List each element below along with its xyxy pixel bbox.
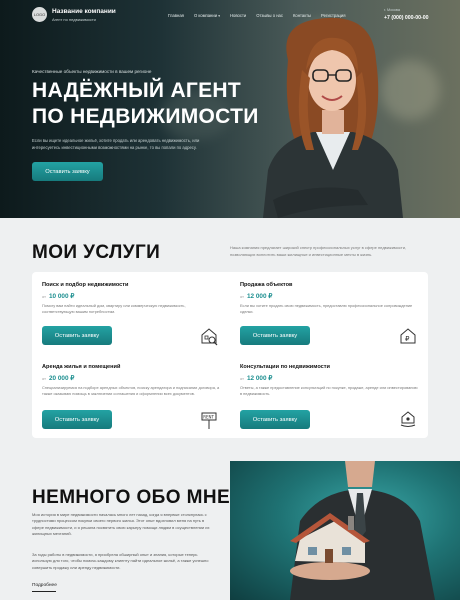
- house-search-icon: [201, 328, 218, 346]
- hero-description: Если вы ищете идеальное жильё, хотите пр…: [32, 138, 200, 150]
- services-title: МОИ УСЛУГИ: [32, 242, 161, 263]
- house-consult-icon: [400, 411, 416, 427]
- hero-title-line-1: НАДЁЖНЫЙ АГЕНТ: [32, 79, 242, 102]
- logo-text: LOGO: [33, 12, 46, 17]
- service-item-sale: Продажа объектов от 12 000 ₽ Если вы хот…: [240, 282, 425, 315]
- hero-section: LOGO Название компании Агент по недвижим…: [0, 0, 460, 218]
- service-description: Помогу вам найти идеальный дом, квартиру…: [42, 303, 186, 314]
- services-description: Наша компания предлагает широкий спектр …: [230, 245, 407, 257]
- service-item-search: Поиск и подбор недвижимости от 10 000 ₽ …: [42, 282, 227, 315]
- price-prefix: от: [42, 294, 46, 299]
- read-more-link[interactable]: Подробнее: [32, 583, 57, 588]
- service-title: Продажа объектов: [240, 282, 293, 288]
- nav-item-about[interactable]: О компании ▾: [194, 13, 220, 18]
- service-request-button[interactable]: Оставить заявку: [240, 410, 310, 429]
- price-value: 12 000 ₽: [246, 293, 273, 300]
- hero-request-button[interactable]: Оставить заявку: [32, 162, 103, 181]
- service-title: Консультации по недвижимости: [240, 364, 330, 370]
- price-prefix: от: [240, 294, 244, 299]
- service-request-button[interactable]: Оставить заявку: [42, 326, 112, 345]
- service-description: Специализируемся на подборе арендных объ…: [42, 385, 220, 396]
- rent-sign-icon: RENT: [201, 412, 217, 429]
- service-title: Аренда жилья и помещений: [42, 364, 121, 370]
- service-description: Ответы, а также предоставление консульта…: [240, 385, 418, 396]
- service-request-button[interactable]: Оставить заявку: [42, 410, 112, 429]
- price-prefix: от: [42, 376, 46, 381]
- service-request-button[interactable]: Оставить заявку: [240, 326, 310, 345]
- man-with-house-illustration: [290, 461, 435, 600]
- about-paragraph: За годы работы в недвижимости, я приобре…: [32, 552, 209, 570]
- services-panel: Поиск и подбор недвижимости от 10 000 ₽ …: [32, 272, 428, 438]
- svg-text:RENT: RENT: [203, 415, 214, 420]
- agent-photo: [263, 17, 403, 218]
- company-name[interactable]: Название компании: [52, 8, 116, 15]
- service-item-consult: Консультации по недвижимости от 12 000 ₽…: [240, 364, 425, 397]
- service-price: от 10 000 ₽: [42, 292, 227, 300]
- hero-tagline: Качественные объекты недвижимости в ваше…: [32, 69, 152, 74]
- about-photo: [230, 461, 460, 600]
- chevron-down-icon: ▾: [218, 14, 220, 18]
- house-ruble-icon: ₽: [400, 328, 416, 344]
- service-price: от 12 000 ₽: [240, 292, 425, 300]
- service-price: от 12 000 ₽: [240, 374, 425, 382]
- logo[interactable]: LOGO: [32, 7, 47, 22]
- about-title: НЕМНОГО ОБО МНЕ: [32, 487, 231, 508]
- nav-item-home[interactable]: Главная: [168, 13, 184, 18]
- company-subtitle: Агент по недвижимости: [52, 17, 96, 22]
- read-more-underline: [32, 591, 56, 592]
- service-description: Если вы хотите продать свою недвижимость…: [240, 303, 413, 314]
- svg-text:₽: ₽: [405, 335, 410, 343]
- nav-item-news[interactable]: Новости: [230, 13, 246, 18]
- about-paragraph: Моя история в мире недвижимости началась…: [32, 512, 210, 537]
- price-value: 20 000 ₽: [48, 375, 75, 382]
- service-price: от 20 000 ₽: [42, 374, 227, 382]
- service-title: Поиск и подбор недвижимости: [42, 282, 129, 288]
- hero-title-line-2: ПО НЕДВИЖИМОСТИ: [32, 105, 259, 128]
- service-item-rent: Аренда жилья и помещений от 20 000 ₽ Спе…: [42, 364, 227, 397]
- price-value: 10 000 ₽: [48, 293, 75, 300]
- nav-item-about-label: О компании: [193, 13, 218, 18]
- price-prefix: от: [240, 376, 244, 381]
- price-value: 12 000 ₽: [246, 375, 273, 382]
